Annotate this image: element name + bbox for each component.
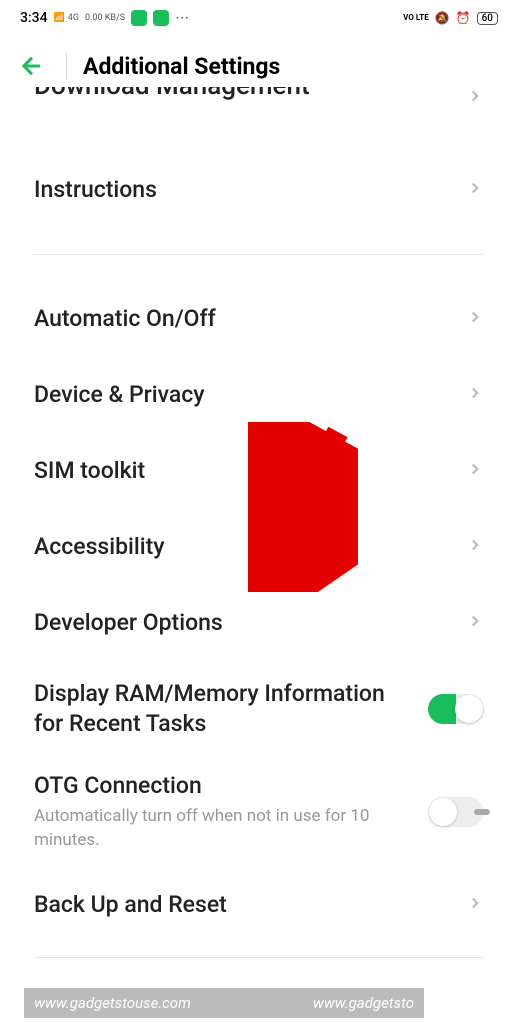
watermark-left: www.gadgetstouse.com <box>34 994 191 1012</box>
back-button[interactable] <box>14 48 50 84</box>
item-label: OTG Connection <box>34 771 416 801</box>
section-divider <box>34 254 484 255</box>
header-divider <box>66 52 67 80</box>
settings-item-backup-reset[interactable]: Back Up and Reset <box>34 867 484 943</box>
chevron-right-icon <box>466 894 484 916</box>
item-label: Back Up and Reset <box>34 890 454 920</box>
item-label: Display RAM/Memory Information for Recen… <box>34 679 416 739</box>
chevron-right-icon <box>466 536 484 558</box>
chevron-right-icon <box>466 460 484 482</box>
item-label: SIM toolkit <box>34 456 454 486</box>
item-label: Instructions <box>34 175 454 205</box>
settings-list: Instructions Automatic On/Off Device & P… <box>0 122 518 958</box>
settings-item-otg[interactable]: OTG Connection Automatically turn off wh… <box>34 757 484 867</box>
settings-item-instructions[interactable]: Instructions <box>34 152 484 228</box>
toggle-bar <box>474 809 490 815</box>
settings-item-auto-onoff[interactable]: Automatic On/Off <box>34 281 484 357</box>
status-bar: 3:34 📶4G 0.00 KB/S ⋯ VO LTE 🔕 ⏰ 60 <box>0 0 518 36</box>
volte-icon: VO LTE <box>403 14 429 22</box>
chevron-right-icon <box>466 179 484 201</box>
app-icon-1 <box>131 10 147 26</box>
section-divider <box>34 957 484 958</box>
item-label: Developer Options <box>34 608 454 638</box>
settings-item-accessibility[interactable]: Accessibility <box>34 509 484 585</box>
mute-icon: 🔕 <box>435 11 450 25</box>
watermark-right: www.gadgetsto <box>313 994 414 1012</box>
chevron-right-icon <box>466 384 484 406</box>
signal-icon: 📶4G <box>54 13 79 23</box>
item-sublabel: Automatically turn off when not in use f… <box>34 805 416 853</box>
status-right: VO LTE 🔕 ⏰ 60 <box>403 11 498 25</box>
settings-item-download[interactable]: Download Management <box>0 87 518 122</box>
item-label: Device & Privacy <box>34 380 454 410</box>
settings-item-device-privacy[interactable]: Device & Privacy <box>34 357 484 433</box>
settings-item-display-ram[interactable]: Display RAM/Memory Information for Recen… <box>34 661 484 757</box>
toggle-display-ram[interactable] <box>428 694 484 724</box>
battery-icon: 60 <box>477 12 498 25</box>
toggle-otg[interactable] <box>428 797 484 827</box>
back-arrow-icon <box>18 52 46 80</box>
chevron-right-icon <box>466 87 484 112</box>
page-title: Additional Settings <box>83 53 280 80</box>
settings-item-sim-toolkit[interactable]: SIM toolkit <box>34 433 484 509</box>
more-icon: ⋯ <box>175 10 190 26</box>
network-speed: 0.00 KB/S <box>85 13 125 23</box>
settings-item-developer-options[interactable]: Developer Options <box>34 585 484 661</box>
chevron-right-icon <box>466 612 484 634</box>
status-time: 3:34 <box>20 10 48 26</box>
toggle-knob <box>429 798 457 826</box>
toggle-knob <box>455 695 483 723</box>
item-label: Automatic On/Off <box>34 304 454 334</box>
item-label: Download Management <box>34 87 310 101</box>
item-label: Accessibility <box>34 532 454 562</box>
status-left: 3:34 📶4G 0.00 KB/S ⋯ <box>20 10 190 26</box>
watermark: www.gadgetstouse.com www.gadgetsto <box>24 988 424 1018</box>
chevron-right-icon <box>466 308 484 330</box>
app-icon-2 <box>153 10 169 26</box>
alarm-icon: ⏰ <box>456 11 471 25</box>
